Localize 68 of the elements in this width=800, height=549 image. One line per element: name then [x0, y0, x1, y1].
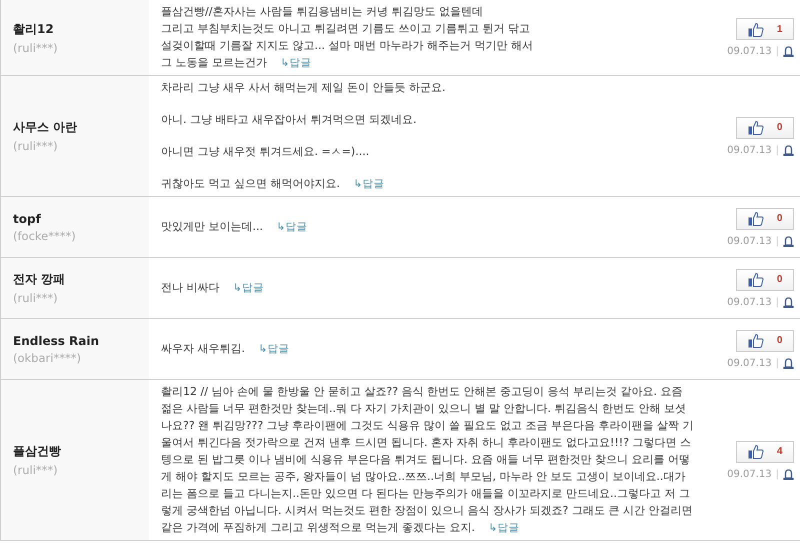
- like-button[interactable]: 0: [736, 268, 794, 290]
- user-id: (ruli***): [13, 139, 59, 153]
- reply-link[interactable]: ↳답글: [276, 221, 308, 233]
- comment-text: 아니. 그냥 배타고 새우잡아서 튀겨먹으면 되겠네요.: [161, 113, 416, 126]
- author-name: topf: [13, 212, 42, 226]
- comment-date: 09.07.13: [727, 144, 772, 156]
- siren-icon[interactable]: [783, 236, 794, 246]
- siren-icon[interactable]: [783, 144, 794, 156]
- like-button[interactable]: 0: [736, 116, 794, 138]
- reply-link[interactable]: ↳답글: [280, 57, 312, 69]
- comment-text: 설겆이할때 기름잘 지지도 않고... 설마 매번 마누라가 해주는거 먹기만 해서: [161, 39, 533, 52]
- comment-text: 그리고 부침부치는것도 아니고 튀길려면 기름도 쓰이고 기름튀고 튄거 닦고: [161, 22, 530, 35]
- like-button[interactable]: 0: [736, 208, 794, 230]
- like-button[interactable]: 4: [736, 440, 794, 462]
- comment-text: 차라리 그냥 새우 사서 해먹는게 제일 돈이 안들듯 하군요.: [161, 81, 446, 94]
- reply-link[interactable]: ↳답글: [258, 343, 290, 355]
- separator: |: [776, 46, 779, 57]
- comment-text: 맛있게만 보이는데...: [161, 220, 263, 233]
- user-id: (ruli***): [13, 40, 59, 54]
- comment-date: 09.07.13: [727, 296, 772, 308]
- separator: |: [776, 236, 779, 246]
- user-id: (okbari****): [13, 350, 82, 364]
- comment-text: 싸우자 새우튀김.: [161, 342, 245, 355]
- comment-text: 게 해야 할지도 모르는 공주, 왕자들이 넘 많아요..쯔쯔..너희 부모님, 마누라 안 보도 고생이 보이네요..대가: [161, 470, 686, 483]
- comment-text: 그 노동을 모르는건가: [161, 56, 267, 69]
- comment-text: 같은 가격에 푸짐하게 그리고 위생적으로 먹는게 좋겠다는 요지.: [161, 521, 475, 534]
- thumbs-up-icon: [748, 333, 764, 348]
- author-name: 촬리12: [13, 20, 55, 38]
- reply-link[interactable]: ↳답글: [233, 282, 264, 294]
- siren-icon[interactable]: [783, 358, 794, 368]
- comment-text: 전나 비싸다: [161, 281, 220, 294]
- thumbs-up-icon: [748, 22, 764, 36]
- siren-icon[interactable]: [783, 46, 794, 57]
- siren-icon[interactable]: [783, 468, 794, 480]
- user-id: (focke****): [13, 228, 77, 242]
- comment-text: 귀찮아도 먹고 싶으면 해먹어야지요.: [161, 177, 340, 190]
- like-button[interactable]: 1: [736, 18, 794, 40]
- comment-text: 나요?? 왠 튀김망??? 그냥 후라이팬에 그것도 식용유 많이 쓸 필요도 없고 조금 부은다음 후라이팬을 살짝 기: [161, 419, 694, 432]
- separator: |: [776, 358, 779, 368]
- comment-date: 09.07.13: [727, 468, 772, 480]
- comment-date: 09.07.13: [727, 46, 772, 57]
- user-id: (ruli***): [13, 291, 59, 305]
- separator: |: [776, 296, 779, 308]
- siren-icon[interactable]: [783, 296, 794, 308]
- like-button[interactable]: 0: [736, 330, 794, 352]
- comment-text: 텡으로 된 밥그릇 이나 냄비에 식용유 부은다음 튀겨도 됩니다. 요즘 애들 너무 편한것만 찾으니 요리를 어떻: [161, 453, 690, 466]
- reply-link[interactable]: ↳답글: [488, 522, 520, 534]
- comment-text: 촬리12 // 님아 손에 물 한방울 안 묻히고 살죠?? 음식 한번도 안해본 중고딩이 응석 부리는것 같아요. 요즘: [161, 385, 683, 398]
- thumbs-up-icon: [748, 272, 764, 287]
- author-name: 전자 깡패: [13, 271, 66, 288]
- comment-date: 09.07.13: [727, 236, 772, 246]
- comment-text: 플삼건빵//혼자사는 사람들 튀김용냄비는 커녕 튀김망도 없을텐데: [161, 5, 483, 18]
- thumbs-up-icon: [748, 211, 764, 226]
- comment-date: 09.07.13: [727, 358, 772, 368]
- separator: |: [776, 468, 779, 480]
- author-name: 사무스 아란: [13, 119, 78, 136]
- author-name: 플삼건빵: [13, 443, 62, 460]
- author-name: Endless Rain: [13, 334, 100, 348]
- reply-link[interactable]: ↳답글: [354, 178, 384, 190]
- comment-text: 아니면 그냥 새우젓 튀겨드세요. =ㅅ=)....: [161, 145, 370, 158]
- thumbs-up-icon: [748, 444, 764, 459]
- comment-text: 리는 폼으로 들고 다니는지..돈만 있으면 다 된다는 만능주의가 애들을 이꼬라지로 만드네요..그렇다고 저 그: [161, 487, 690, 500]
- comment-text: 젊은 사람들 너무 편한것만 찾는데..뭐 다 자기 가치관이 있으니 별 말 안합니다. 튀김음식 한번도 안해 보셧: [161, 402, 686, 415]
- thumbs-up-icon: [748, 120, 764, 135]
- user-id: (ruli***): [13, 463, 59, 477]
- separator: |: [776, 144, 779, 156]
- comment-text: 렇게 궁색한넘 아닙니다. 시켜서 먹는것도 편한 장점이 있으니 음식 장사가 되겠죠? 그래도 큰 시간 안걸리면: [161, 504, 692, 517]
- comment-text: 울여서 튀긴다음 젓가락으로 건져 낸후 드시면 됩니다. 혼자 자취 하니 후라이팬도 없다고요!!!? 그렇다면 스: [161, 436, 692, 449]
